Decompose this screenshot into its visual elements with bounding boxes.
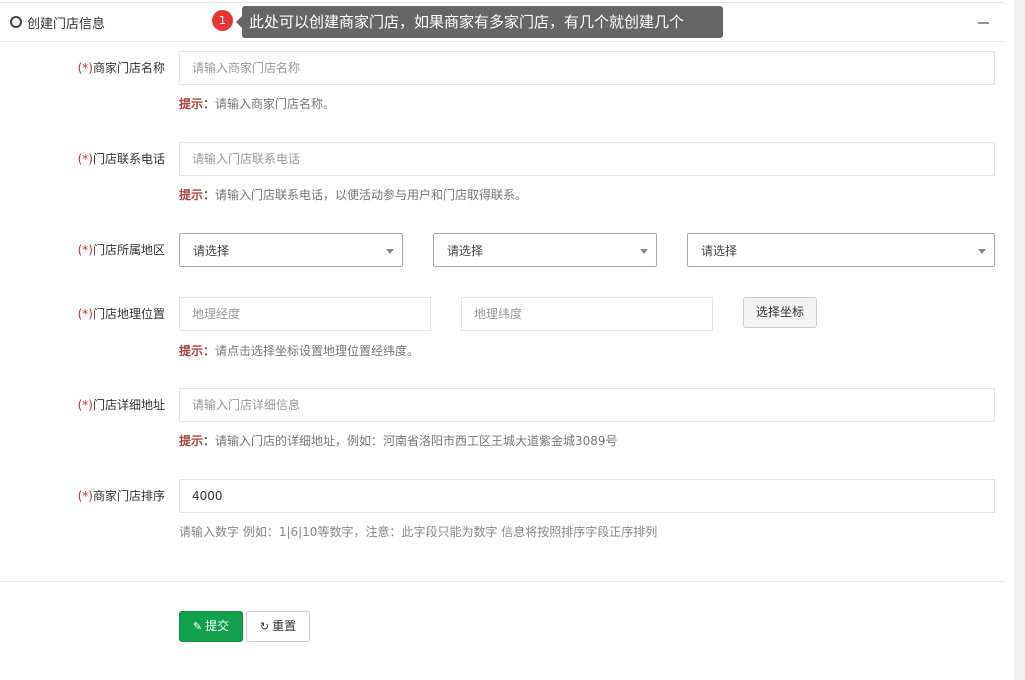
form-row-store-name: (*)商家门店名称 提示：请输入商家门店名称。 <box>0 51 1005 111</box>
submit-button[interactable]: ✎ 提交 <box>179 611 243 642</box>
submit-label: 提交 <box>205 619 230 633</box>
required-mark: (*) <box>77 243 93 257</box>
callout-text: 此处可以创建商家门店，如果商家有多家门店，有几个就创建几个 <box>236 6 723 38</box>
address-label-text: 门店详细地址 <box>92 398 165 412</box>
panel-title: 创建门店信息 <box>27 17 106 32</box>
form-row-location: (*)门店地理位置 选择坐标 提示：请点击选择坐标设置地理位置经纬度。 <box>0 297 1005 359</box>
form-row-phone: (*)门店联系电话 提示：请输入门店联系电话，以便活动参与用户和门店取得联系。 <box>0 142 1005 202</box>
circle-icon <box>10 16 22 28</box>
store-name-label: (*)商家门店名称 <box>0 59 165 76</box>
location-label-text: 门店地理位置 <box>92 307 165 321</box>
required-mark: (*) <box>77 489 93 503</box>
chevron-down-icon <box>978 249 986 254</box>
required-mark: (*) <box>77 152 93 166</box>
required-mark: (*) <box>77 307 93 321</box>
district-select[interactable]: 请选择 <box>687 233 995 267</box>
sort-label-text: 商家门店排序 <box>92 489 165 503</box>
address-hint: 提示：请输入门店的详细地址，例如：河南省洛阳市西工区王城大道紫金城3089号 <box>179 432 618 449</box>
location-label: (*)门店地理位置 <box>0 305 165 322</box>
longitude-input[interactable] <box>179 297 431 331</box>
phone-label: (*)门店联系电话 <box>0 150 165 167</box>
location-hint: 提示：请点击选择坐标设置地理位置经纬度。 <box>179 342 419 359</box>
store-name-hint: 提示：请输入商家门店名称。 <box>179 95 335 112</box>
province-select[interactable]: 请选择 <box>179 233 403 267</box>
province-select-value: 请选择 <box>193 244 230 258</box>
hint-label: 提示： <box>179 344 216 358</box>
region-label-text: 门店所属地区 <box>92 243 165 257</box>
hint-label: 提示： <box>179 97 216 111</box>
required-mark: (*) <box>77 61 93 75</box>
address-label: (*)门店详细地址 <box>0 396 165 413</box>
callout-badge: 1 <box>212 10 233 31</box>
address-input[interactable] <box>179 388 995 422</box>
sort-input[interactable] <box>179 479 995 513</box>
chevron-down-icon <box>640 249 648 254</box>
sort-label: (*)商家门店排序 <box>0 487 165 504</box>
store-name-label-text: 商家门店名称 <box>92 61 165 75</box>
hint-text: 请点击选择坐标设置地理位置经纬度。 <box>215 344 420 358</box>
latitude-input[interactable] <box>461 297 713 331</box>
store-form-panel: 创建门店信息 1 此处可以创建商家门店，如果商家有多家门店，有几个就创建几个 (… <box>0 0 1005 680</box>
select-coordinates-button[interactable]: 选择坐标 <box>743 297 817 328</box>
sort-hint: 请输入数字 例如：1|6|10等数字，注意：此字段只能为数字 信息将按照排序字段… <box>179 525 658 539</box>
refresh-icon: ↻ <box>259 620 270 633</box>
form-row-address: (*)门店详细地址 提示：请输入门店的详细地址，例如：河南省洛阳市西工区王城大道… <box>0 388 1005 448</box>
hint-text: 请输入门店的详细地址，例如：河南省洛阳市西工区王城大道紫金城3089号 <box>215 434 618 448</box>
scrollbar-track[interactable] <box>1014 0 1025 680</box>
minus-icon[interactable] <box>978 22 989 24</box>
store-name-input[interactable] <box>179 51 995 85</box>
form-row-region: (*)门店所属地区 请选择 请选择 请选择 <box>0 233 1005 267</box>
pencil-icon: ✎ <box>192 620 203 633</box>
district-select-value: 请选择 <box>701 244 738 258</box>
hint-label: 提示： <box>179 188 216 202</box>
hint-text: 请输入商家门店名称。 <box>215 97 336 111</box>
reset-label: 重置 <box>272 619 297 633</box>
hint-text: 请输入门店联系电话，以便活动参与用户和门店取得联系。 <box>215 188 528 202</box>
phone-hint: 提示：请输入门店联系电话，以便活动参与用户和门店取得联系。 <box>179 186 527 203</box>
city-select[interactable]: 请选择 <box>433 233 657 267</box>
hint-label: 提示： <box>179 434 216 448</box>
chevron-down-icon <box>386 249 394 254</box>
city-select-value: 请选择 <box>447 244 484 258</box>
form-row-sort: (*)商家门店排序 请输入数字 例如：1|6|10等数字，注意：此字段只能为数字… <box>0 479 1005 539</box>
phone-label-text: 门店联系电话 <box>92 152 165 166</box>
required-mark: (*) <box>77 398 93 412</box>
region-label: (*)门店所属地区 <box>0 241 165 258</box>
reset-button[interactable]: ↻ 重置 <box>246 611 310 642</box>
form-divider <box>0 581 1005 582</box>
phone-input[interactable] <box>179 142 995 176</box>
